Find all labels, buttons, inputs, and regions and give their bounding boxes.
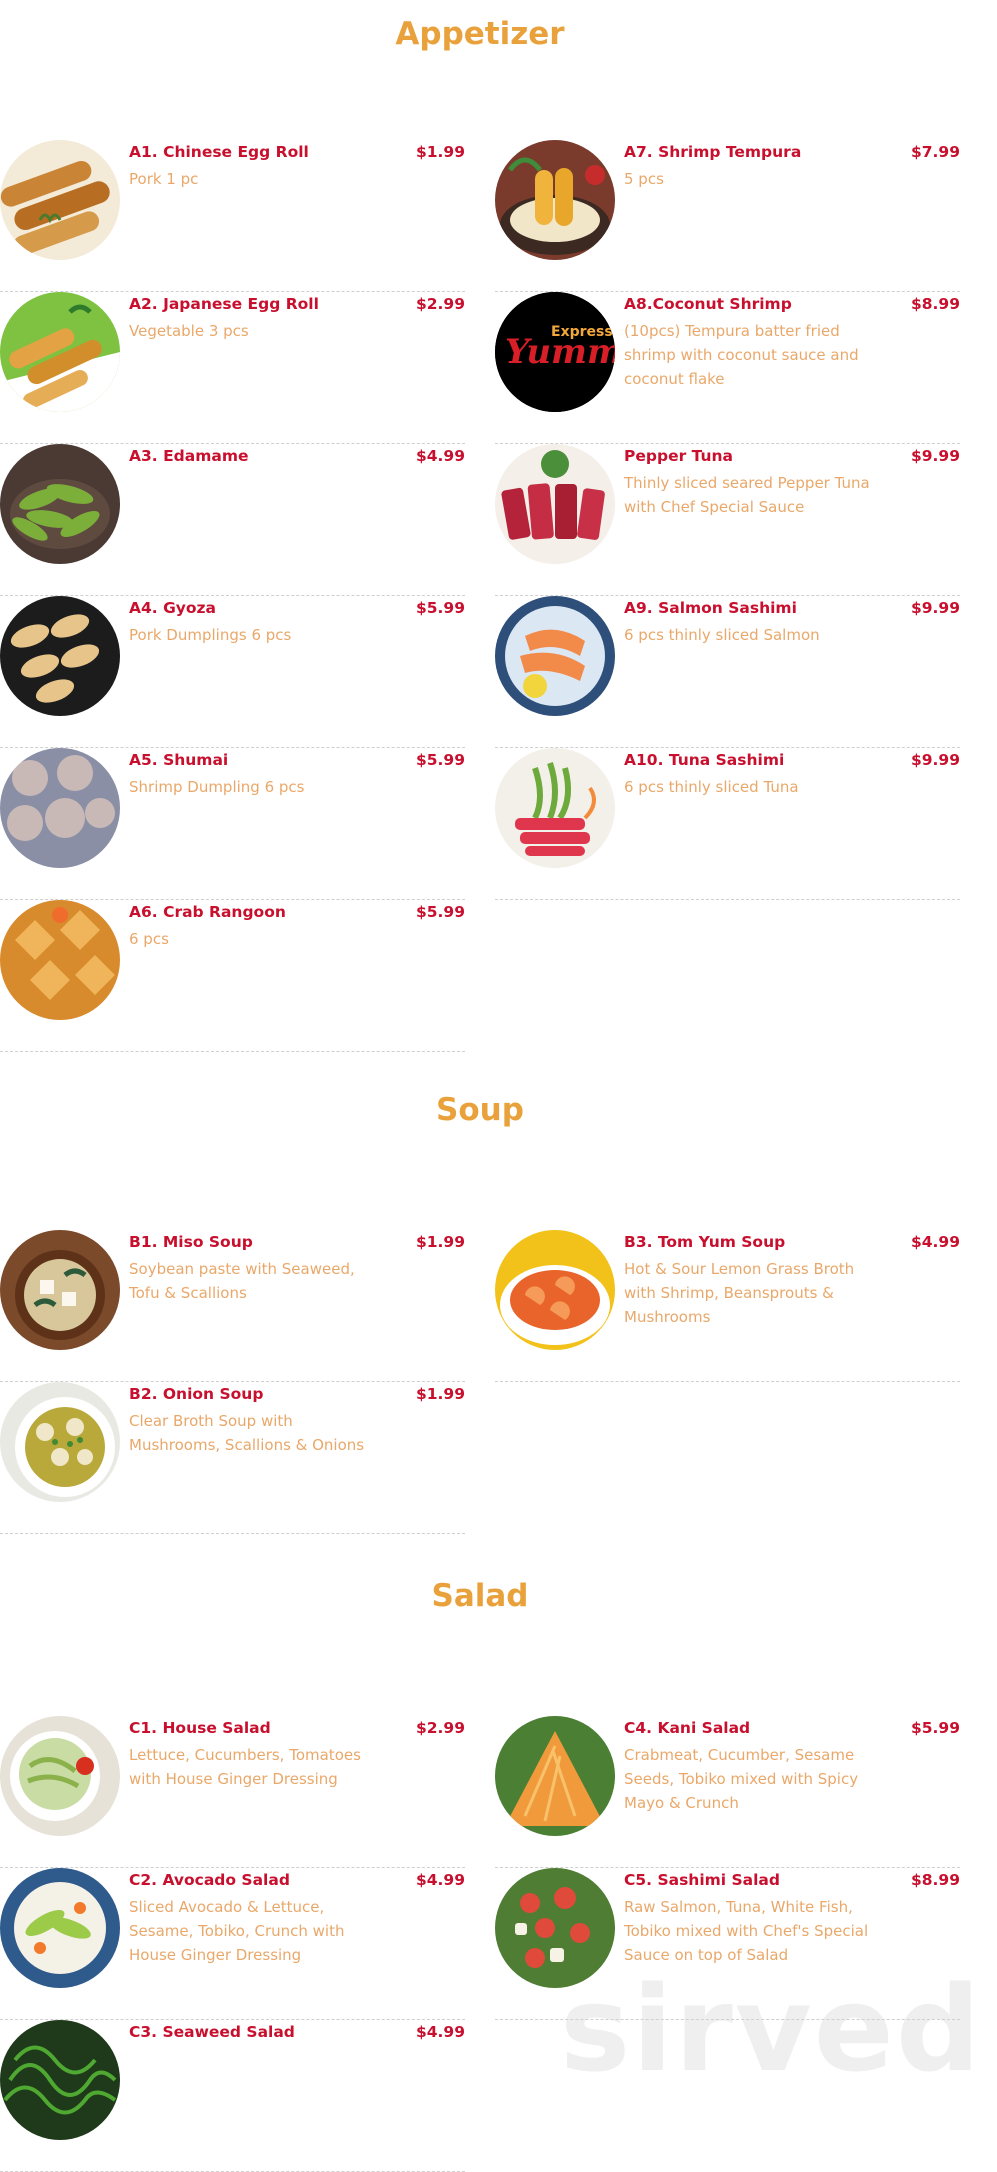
- item-name: A8.Coconut Shrimp: [624, 295, 792, 313]
- item-name: A10. Tuna Sashimi: [624, 751, 785, 769]
- item-price: $9.99: [910, 447, 960, 465]
- section-title-soup: Soup: [436, 1092, 524, 1128]
- item-description: Pork 1 pc: [129, 170, 199, 188]
- item-description: Pork Dumplings 6 pcs: [129, 626, 292, 644]
- menu-item[interactable]: A4. Gyoza $5.99 Pork Dumplings 6 pcs: [0, 596, 465, 748]
- item-price: $9.99: [910, 599, 960, 617]
- menu-item[interactable]: A2. Japanese Egg Roll $2.99 Vegetable 3 …: [0, 292, 465, 444]
- item-name: C4. Kani Salad: [624, 1719, 751, 1737]
- item-price: $5.99: [910, 1719, 960, 1737]
- item-name: Pepper Tuna: [624, 447, 734, 465]
- item-description: Shrimp Dumpling 6 pcs: [129, 778, 305, 796]
- edamame-image: [0, 444, 120, 564]
- item-price: $5.99: [415, 599, 465, 617]
- item-description: Vegetable 3 pcs: [129, 322, 249, 340]
- item-name: B3. Tom Yum Soup: [624, 1233, 786, 1251]
- shrimp-tempura-image: [495, 140, 615, 260]
- shumai-image: [0, 748, 120, 868]
- menu-item[interactable]: C3. Seaweed Salad $4.99: [0, 2020, 465, 2172]
- menu-item[interactable]: B1. Miso Soup $1.99 Soybean paste with S…: [0, 1230, 465, 1382]
- item-name: C5. Sashimi Salad: [624, 1871, 780, 1889]
- menu-item[interactable]: A7. Shrimp Tempura $7.99 5 pcs: [495, 140, 960, 292]
- menu-item[interactable]: B3. Tom Yum Soup $4.99 Hot & Sour Lemon …: [495, 1230, 960, 1382]
- section-title-salad: Salad: [431, 1578, 529, 1614]
- item-name: A1. Chinese Egg Roll: [129, 143, 309, 161]
- item-name: C2. Avocado Salad: [129, 1871, 290, 1889]
- section-title-appetizer: Appetizer: [395, 16, 565, 52]
- item-price: $4.99: [910, 1233, 960, 1251]
- item-name: C1. House Salad: [129, 1719, 271, 1737]
- item-description: 6 pcs: [129, 930, 169, 948]
- sirved-watermark: sirved: [560, 1960, 983, 2098]
- item-price: $4.99: [415, 1871, 465, 1889]
- menu-item[interactable]: Express Yummy A8.Coconut Shrimp $8.99 (1…: [495, 292, 960, 444]
- item-price: $2.99: [415, 1719, 465, 1737]
- item-description: Thinly sliced seared Pepper Tuna with Ch…: [624, 474, 870, 516]
- item-name: A3. Edamame: [129, 447, 249, 465]
- menu-item[interactable]: C1. House Salad $2.99 Lettuce, Cucumbers…: [0, 1716, 465, 1868]
- item-price: $1.99: [415, 1233, 465, 1251]
- item-price: $1.99: [415, 1385, 465, 1403]
- avocado-salad-image: [0, 1868, 120, 1988]
- item-name: C3. Seaweed Salad: [129, 2023, 295, 2041]
- item-description: Lettuce, Cucumbers, Tomatoes with House …: [129, 1746, 361, 1788]
- item-price: $1.99: [415, 143, 465, 161]
- item-name: A4. Gyoza: [129, 599, 217, 617]
- item-price: $4.99: [415, 447, 465, 465]
- logo-yummy-text: Yummy: [505, 332, 615, 372]
- menu-item[interactable]: A3. Edamame $4.99: [0, 444, 465, 596]
- salmon-sashimi-image: [495, 596, 615, 716]
- item-name: A7. Shrimp Tempura: [624, 143, 802, 161]
- menu-item[interactable]: A9. Salmon Sashimi $9.99 6 pcs thinly sl…: [495, 596, 960, 748]
- item-price: $4.99: [415, 2023, 465, 2041]
- spring-roll-image: [0, 292, 120, 412]
- menu-item[interactable]: A1. Chinese Egg Roll $1.99 Pork 1 pc: [0, 140, 465, 292]
- item-name: A5. Shumai: [129, 751, 229, 769]
- item-price: $5.99: [415, 751, 465, 769]
- egg-roll-image: [0, 140, 120, 260]
- item-description: 6 pcs thinly sliced Tuna: [624, 778, 799, 796]
- item-price: $8.99: [910, 1871, 960, 1889]
- kani-salad-image: [495, 1716, 615, 1836]
- item-description: Clear Broth Soup with Mushrooms, Scallio…: [129, 1412, 365, 1454]
- item-name: A9. Salmon Sashimi: [624, 599, 797, 617]
- menu-item[interactable]: C2. Avocado Salad $4.99 Sliced Avocado &…: [0, 1868, 465, 2020]
- item-name: A6. Crab Rangoon: [129, 903, 286, 921]
- tom-yum-soup-image: [495, 1230, 615, 1350]
- gyoza-image: [0, 596, 120, 716]
- onion-soup-image: [0, 1382, 120, 1502]
- menu-item[interactable]: C4. Kani Salad $5.99 Crabmeat, Cucumber,…: [495, 1716, 960, 1868]
- item-description: 5 pcs: [624, 170, 664, 188]
- house-salad-image: [0, 1716, 120, 1836]
- seaweed-salad-image: [0, 2020, 120, 2140]
- item-price: $2.99: [415, 295, 465, 313]
- item-description: Raw Salmon, Tuna, White Fish, Tobiko mix…: [624, 1898, 869, 1964]
- pepper-tuna-image: [495, 444, 615, 564]
- item-description: (10pcs) Tempura batter fried shrimp with…: [624, 322, 859, 388]
- menu-item[interactable]: Pepper Tuna $9.99 Thinly sliced seared P…: [495, 444, 960, 596]
- item-name: B2. Onion Soup: [129, 1385, 264, 1403]
- item-price: $5.99: [415, 903, 465, 921]
- item-price: $9.99: [910, 751, 960, 769]
- yummy-express-logo: Express Yummy: [495, 292, 615, 412]
- item-description: Sliced Avocado & Lettuce, Sesame, Tobiko…: [129, 1898, 345, 1964]
- tuna-sashimi-image: [495, 748, 615, 868]
- item-name: A2. Japanese Egg Roll: [129, 295, 319, 313]
- item-name: B1. Miso Soup: [129, 1233, 253, 1251]
- menu-item[interactable]: A10. Tuna Sashimi $9.99 6 pcs thinly sli…: [495, 748, 960, 900]
- miso-soup-image: [0, 1230, 120, 1350]
- item-description: Soybean paste with Seaweed, Tofu & Scall…: [129, 1260, 355, 1302]
- crab-rangoon-image: [0, 900, 120, 1020]
- item-description: Crabmeat, Cucumber, Sesame Seeds, Tobiko…: [624, 1746, 859, 1812]
- item-price: $8.99: [910, 295, 960, 313]
- menu-item[interactable]: A6. Crab Rangoon $5.99 6 pcs: [0, 900, 465, 1052]
- menu-item[interactable]: A5. Shumai $5.99 Shrimp Dumpling 6 pcs: [0, 748, 465, 900]
- item-description: 6 pcs thinly sliced Salmon: [624, 626, 820, 644]
- menu-item[interactable]: B2. Onion Soup $1.99 Clear Broth Soup wi…: [0, 1382, 465, 1534]
- item-description: Hot & Sour Lemon Grass Broth with Shrimp…: [624, 1260, 855, 1326]
- item-price: $7.99: [910, 143, 960, 161]
